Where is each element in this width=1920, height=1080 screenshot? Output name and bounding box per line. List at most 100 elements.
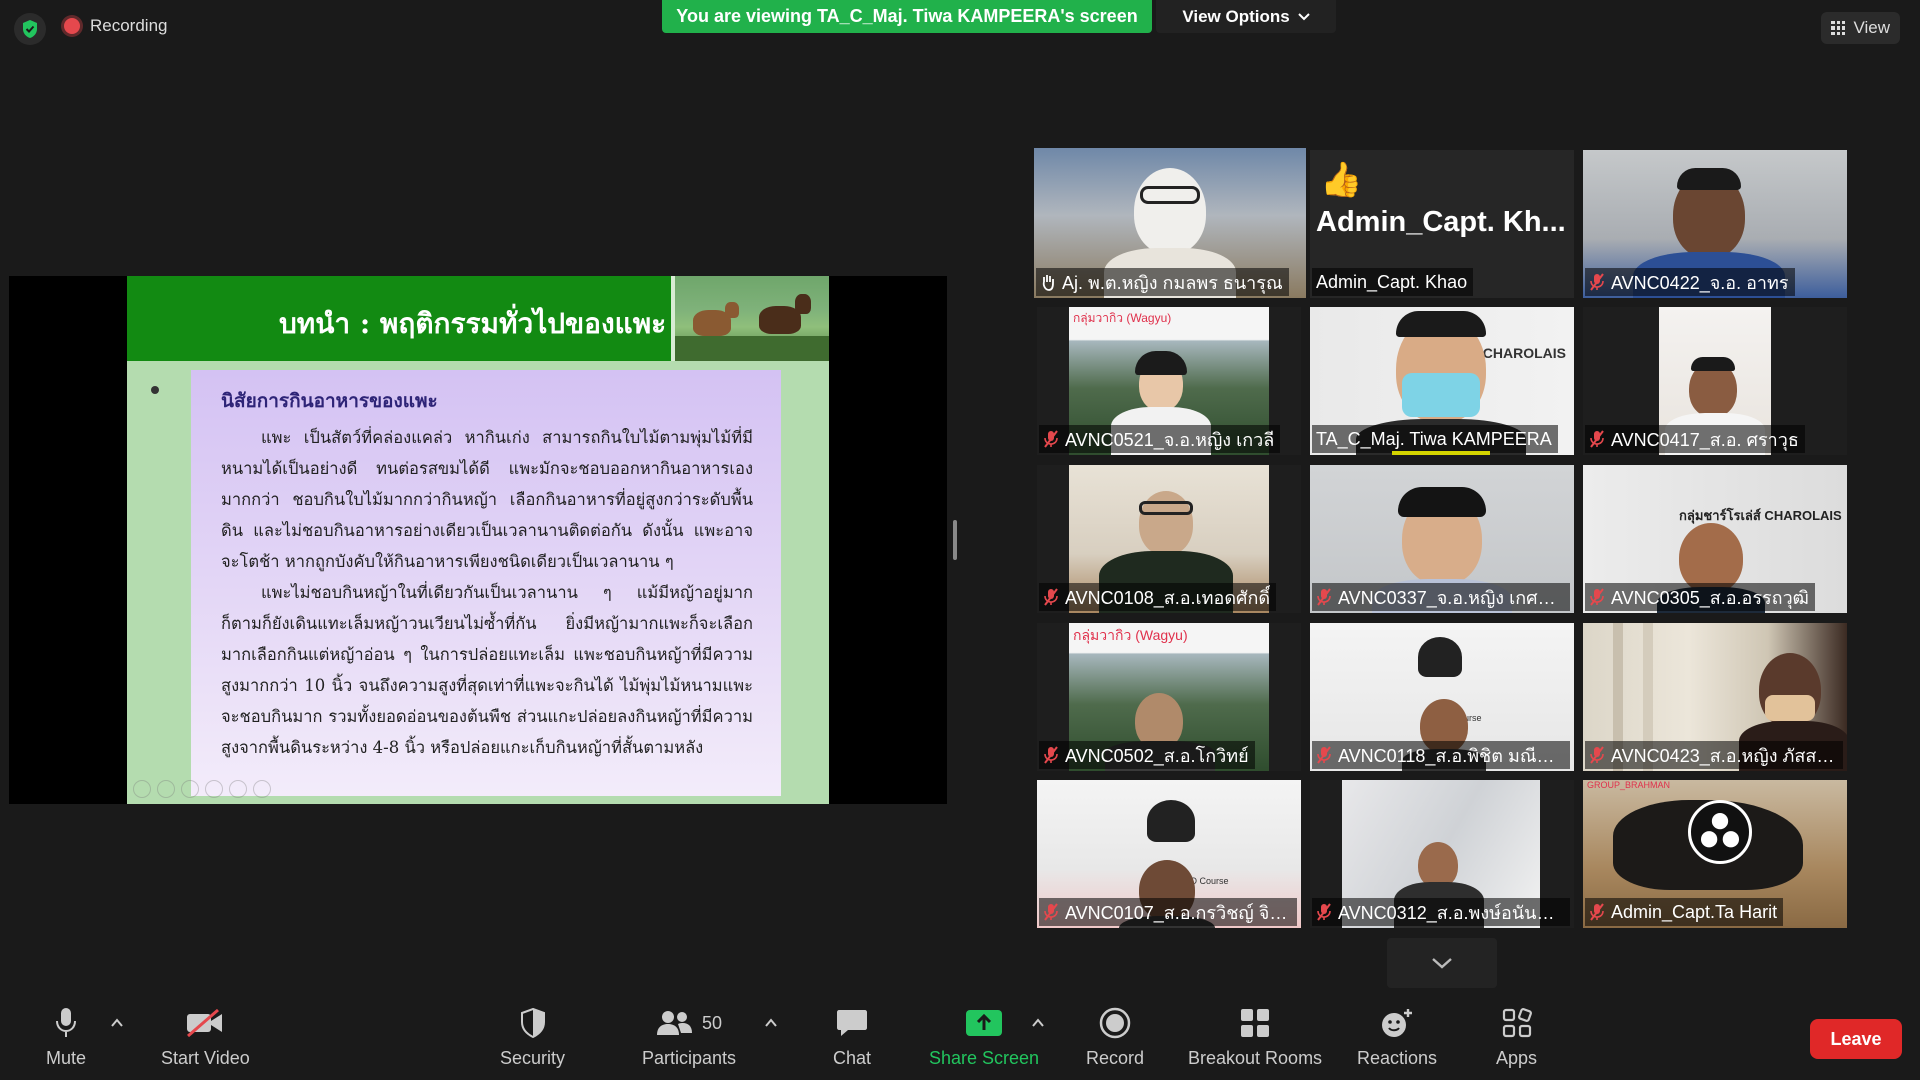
- obs-logo-icon: [1688, 800, 1752, 864]
- breakout-rooms-label: Breakout Rooms: [1188, 1048, 1323, 1068]
- mic-muted-icon: [1316, 746, 1332, 764]
- apps-icon: [1502, 1006, 1532, 1040]
- participant-name-bar: AVNC0312_ส.อ.พงษ์อนันต์ อ...: [1312, 898, 1570, 926]
- chat-button[interactable]: Chat: [833, 1006, 871, 1069]
- leave-button[interactable]: Leave: [1810, 1019, 1902, 1059]
- mic-muted-icon: [1043, 903, 1059, 921]
- share-screen-icon: [965, 1006, 1003, 1040]
- shared-screen[interactable]: บทนำ : พฤติกรรมทั่วไปของแพะ นิสัยการกินอ…: [9, 276, 947, 804]
- participant-name: AVNC0312_ส.อ.พงษ์อนันต์ อ...: [1338, 902, 1564, 923]
- audio-options-caret-icon[interactable]: [110, 1016, 124, 1030]
- reactions-button[interactable]: Reactions: [1357, 1006, 1437, 1069]
- participant-tile[interactable]: 👍 Admin_Capt. Kh... Admin_Capt. Khao: [1310, 150, 1574, 298]
- participant-tile[interactable]: AVNC0423_ส.อ.หญิง ภัสสร เ...: [1583, 623, 1847, 771]
- mic-muted-icon: [1043, 746, 1059, 764]
- participant-tile[interactable]: CHAROLAIS TA_C_Maj. Tiwa KAMPEERA: [1310, 307, 1574, 455]
- virtual-bg-text: กลุ่มวากิว (Wagyu): [1073, 311, 1172, 325]
- participant-name: AVNC0337_จ.อ.หญิง เกศฤท...: [1338, 587, 1564, 608]
- gallery-next-page-button[interactable]: [1387, 938, 1497, 988]
- participants-icon: 50: [656, 1006, 722, 1040]
- participant-name: TA_C_Maj. Tiwa KAMPEERA: [1316, 428, 1552, 449]
- participant-tile[interactable]: GROUP_BRAHMAN Admin_Capt.Ta Harit: [1583, 780, 1847, 928]
- slide-prev-icon[interactable]: [133, 780, 151, 798]
- participant-tile[interactable]: กลุ่มชาร์โรเล่ส์ CHAROLAIS AVNC0305_ส.อ.…: [1583, 465, 1847, 613]
- view-layout-button[interactable]: View: [1821, 12, 1900, 44]
- participant-name-bar: AVNC0305_ส.อ.อรรถวุฒิ: [1585, 583, 1815, 611]
- view-options-label: View Options: [1182, 6, 1290, 26]
- participant-tile[interactable]: AVNC0312_ส.อ.พงษ์อนันต์ อ...: [1310, 780, 1574, 928]
- slide-title: บทนำ : พฤติกรรมทั่วไปของแพะ: [279, 307, 667, 340]
- participant-name-bar: AVNC0107_ส.อ.กรวิชญ์ จิตโ...: [1039, 898, 1297, 926]
- share-screen-button[interactable]: Share Screen: [929, 1006, 1039, 1069]
- mic-muted-icon: [1589, 430, 1605, 448]
- reactions-smiley-icon: [1380, 1006, 1414, 1040]
- chevron-down-icon: [1432, 958, 1452, 969]
- chat-label: Chat: [833, 1048, 872, 1068]
- mic-muted-icon: [1316, 903, 1332, 921]
- breakout-rooms-icon: [1240, 1006, 1270, 1040]
- record-label: Record: [1086, 1048, 1145, 1068]
- participant-tile[interactable]: AVNC0417_ส.อ. ศราวุธ: [1583, 307, 1847, 455]
- reactions-label: Reactions: [1357, 1048, 1438, 1068]
- share-screen-label: Share Screen: [929, 1048, 1040, 1068]
- mic-muted-icon: [1043, 588, 1059, 606]
- thumbs-up-reaction-icon: 👍: [1320, 161, 1363, 199]
- video-off-icon: [186, 1006, 224, 1040]
- participant-name-bar: AVNC0422_จ.อ. อาทร: [1585, 268, 1795, 296]
- slide-more-icon[interactable]: [253, 780, 271, 798]
- start-video-label: Start Video: [161, 1048, 250, 1068]
- participant-tile[interactable]: NCO Course AVNC0107_ส.อ.กรวิชญ์ จิตโ...: [1037, 780, 1301, 928]
- slide-next-icon[interactable]: [157, 780, 175, 798]
- mic-muted-icon: [1043, 430, 1059, 448]
- participant-tile[interactable]: AVNC0422_จ.อ. อาทร: [1583, 150, 1847, 298]
- slide-zoom-icon[interactable]: [229, 780, 247, 798]
- mic-muted-icon: [1589, 273, 1605, 291]
- apps-button[interactable]: Apps: [1496, 1006, 1537, 1069]
- view-label: View: [1853, 18, 1890, 37]
- start-video-button[interactable]: Start Video: [161, 1006, 250, 1069]
- participant-tile[interactable]: AVNC0337_จ.อ.หญิง เกศฤท...: [1310, 465, 1574, 613]
- breakout-rooms-button[interactable]: Breakout Rooms: [1188, 1006, 1322, 1069]
- virtual-bg-text: GROUP_BRAHMAN: [1587, 780, 1671, 790]
- panel-splitter-handle[interactable]: [953, 520, 957, 560]
- slide-pen-icon[interactable]: [181, 780, 199, 798]
- participant-big-name: Admin_Capt. Kh...: [1316, 206, 1566, 238]
- recording-indicator[interactable]: Recording: [64, 16, 168, 36]
- goat-photo: [671, 276, 829, 361]
- virtual-bg-text: กลุ่มวากิว (Wagyu): [1073, 627, 1188, 643]
- participants-button[interactable]: 50 Participants: [642, 1006, 736, 1069]
- participant-tile[interactable]: AVNC0108_ส.อ.เทอดศักดิ์: [1037, 465, 1301, 613]
- participant-name-bar: AVNC0108_ส.อ.เทอดศักดิ์: [1039, 583, 1277, 611]
- participants-count: 50: [702, 1012, 723, 1033]
- slide-bullet: [151, 386, 159, 394]
- participant-name-bar: TA_C_Maj. Tiwa KAMPEERA: [1312, 425, 1558, 453]
- participant-name-bar: AVNC0521_จ.อ.หญิง เกวลี: [1039, 425, 1281, 453]
- virtual-bg-text: CHAROLAIS: [1482, 345, 1566, 361]
- participants-label: Participants: [642, 1048, 737, 1068]
- raised-hand-icon: [1040, 273, 1056, 291]
- participant-name: AVNC0502_ส.อ.โกวิทย์: [1065, 745, 1249, 766]
- mic-muted-icon: [1589, 588, 1605, 606]
- record-button[interactable]: Record: [1086, 1006, 1144, 1069]
- participant-name: AVNC0422_จ.อ. อาทร: [1611, 272, 1789, 293]
- encryption-shield-icon[interactable]: [14, 13, 46, 45]
- record-icon: [1099, 1006, 1131, 1040]
- participant-tile[interactable]: Aj. พ.ต.หญิง กมลพร ธนารุณ: [1034, 148, 1306, 298]
- participant-name-bar: Admin_Capt.Ta Harit: [1585, 898, 1784, 926]
- speaking-indicator: [1392, 451, 1490, 455]
- participant-tile[interactable]: กลุ่มวากิว (Wagyu) AVNC0521_จ.อ.หญิง เกว…: [1037, 307, 1301, 455]
- participant-tile[interactable]: NCO Course AVNC0118_ส.อ.พิชิต มณีโชติ: [1310, 623, 1574, 771]
- mic-muted-icon: [1589, 903, 1605, 921]
- mute-button[interactable]: Mute: [46, 1006, 86, 1069]
- participant-tile[interactable]: กลุ่มวากิว (Wagyu) AVNC0502_ส.อ.โกวิทย์: [1037, 623, 1301, 771]
- participant-name: AVNC0108_ส.อ.เทอดศักดิ์: [1065, 587, 1271, 608]
- slide-grid-icon[interactable]: [205, 780, 223, 798]
- share-options-caret-icon[interactable]: [1031, 1016, 1045, 1030]
- security-button[interactable]: Security: [500, 1006, 565, 1069]
- participant-name-bar: AVNC0423_ส.อ.หญิง ภัสสร เ...: [1585, 741, 1843, 769]
- slide-textbox: นิสัยการกินอาหารของแพะ แพะ เป็นสัตว์ที่ค…: [191, 370, 781, 796]
- participant-name-bar: Admin_Capt. Khao: [1312, 268, 1474, 296]
- view-options-button[interactable]: View Options: [1156, 0, 1336, 33]
- participants-options-caret-icon[interactable]: [764, 1016, 778, 1030]
- participant-name-bar: AVNC0337_จ.อ.หญิง เกศฤท...: [1312, 583, 1570, 611]
